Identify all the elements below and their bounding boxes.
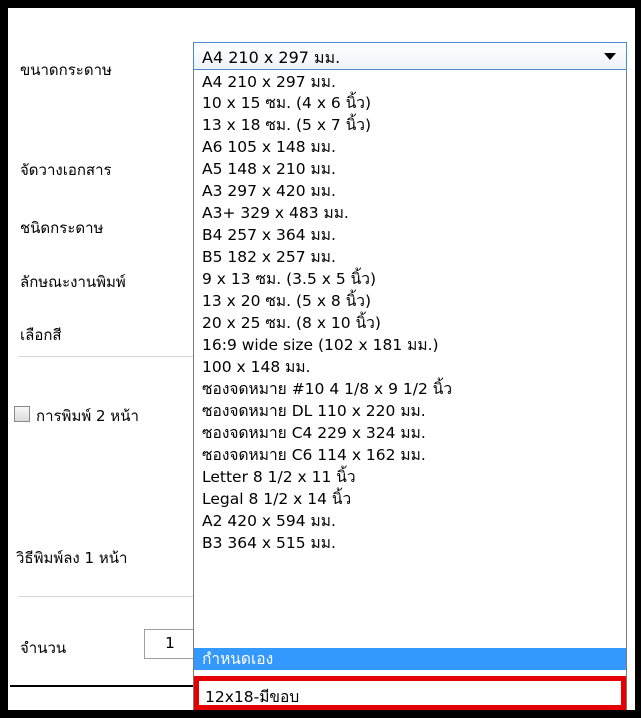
list-item[interactable]: A2 420 x 594 มม. xyxy=(202,510,336,532)
layout-label: จัดวางเอกสาร xyxy=(20,161,112,179)
list-item[interactable]: 13 x 18 ซม. (5 x 7 นิ้ว) xyxy=(202,114,371,136)
custom-size-option[interactable]: 12x18-มีขอบ xyxy=(194,676,626,710)
list-item[interactable]: 13 x 20 ซม. (5 x 8 นิ้ว) xyxy=(202,290,371,312)
list-item[interactable]: 9 x 13 ซม. (3.5 x 5 นิ้ว) xyxy=(202,268,376,290)
divider xyxy=(18,596,208,597)
list-item[interactable]: ซองจดหมาย #10 4 1/8 x 9 1/2 นิ้ว xyxy=(202,378,452,400)
list-item[interactable]: 16:9 wide size (102 x 181 มม.) xyxy=(202,334,439,356)
pages-per-sheet-label: วิธีพิมพ์ลง 1 หน้า xyxy=(16,549,128,567)
list-item[interactable]: 10 x 15 ซม. (4 x 6 นิ้ว) xyxy=(202,92,371,114)
list-item[interactable]: ซองจดหมาย C6 114 x 162 มม. xyxy=(202,444,426,466)
list-item[interactable]: A6 105 x 148 มม. xyxy=(202,136,336,158)
paper-size-select[interactable]: A4 210 x 297 มม. xyxy=(193,42,627,70)
list-item[interactable]: A3 297 x 420 มม. xyxy=(202,180,336,202)
list-item[interactable]: B3 364 x 515 มม. xyxy=(202,532,336,554)
chevron-down-icon[interactable] xyxy=(604,53,616,60)
paper-size-label: ขนาดกระดาษ xyxy=(20,61,112,79)
list-item[interactable]: ซองจดหมาย DL 110 x 220 มม. xyxy=(202,400,426,422)
divider xyxy=(18,356,208,357)
duplex-label: การพิมพ์ 2 หน้า xyxy=(36,407,139,425)
list-item[interactable]: ซองจดหมาย C4 229 x 324 มม. xyxy=(202,422,426,444)
list-item[interactable]: Letter 8 1/2 x 11 นิ้ว xyxy=(202,466,356,488)
paper-size-selected-value: A4 210 x 297 มม. xyxy=(202,48,341,67)
list-item[interactable]: A3+ 329 x 483 มม. xyxy=(202,202,349,224)
list-item-selected[interactable]: กำหนดเอง xyxy=(194,648,626,670)
divider xyxy=(10,685,194,687)
paper-type-label: ชนิดกระดาษ xyxy=(20,219,104,237)
list-item[interactable]: A5 148 x 210 มม. xyxy=(202,158,336,180)
list-item[interactable]: 100 x 148 มม. xyxy=(202,356,311,378)
list-item[interactable]: Legal 8 1/2 x 14 นิ้ว xyxy=(202,488,351,510)
list-item[interactable]: B4 257 x 364 มม. xyxy=(202,224,336,246)
color-label: เลือกสี xyxy=(20,326,62,344)
list-item[interactable]: B5 182 x 257 มม. xyxy=(202,246,336,268)
custom-size-label: 12x18-มีขอบ xyxy=(205,688,300,706)
duplex-checkbox[interactable] xyxy=(14,406,30,422)
list-item[interactable]: 20 x 25 ซม. (8 x 10 นิ้ว) xyxy=(202,312,381,334)
copies-value: 1 xyxy=(165,634,175,652)
paper-size-dropdown-list[interactable]: A4 210 x 297 มม. 10 x 15 ซม. (4 x 6 นิ้ว… xyxy=(193,70,627,710)
list-item-label: กำหนดเอง xyxy=(202,650,274,668)
list-item[interactable]: A4 210 x 297 มม. xyxy=(202,71,336,93)
print-quality-label: ลักษณะงานพิมพ์ xyxy=(20,273,126,291)
copies-label: จำนวน xyxy=(20,639,67,657)
